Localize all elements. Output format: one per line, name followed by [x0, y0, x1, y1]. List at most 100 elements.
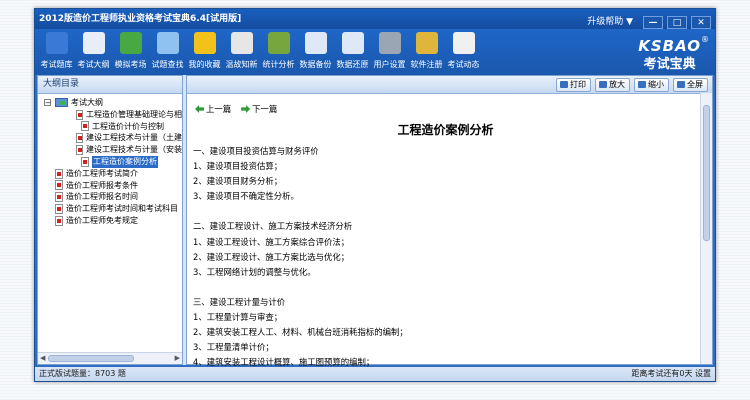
tree-item[interactable]: 建设工程技术与计量（安装	[38, 144, 182, 156]
document-line: 2、建设项目财务分析；	[193, 176, 283, 187]
tree-item-label: 造价工程师报考条件	[66, 180, 138, 190]
outline-tree: − 考试大纲工程造价管理基础理论与相工程造价计价与控制 建设工程技术与计量（土建 建设…	[38, 94, 182, 227]
fullscreen-button[interactable]: 全屏	[673, 77, 708, 92]
tree-item[interactable]: − 考试大纲	[38, 97, 182, 109]
document-line: 3、工程量清单计价；	[193, 342, 274, 353]
article-navigation: 上一篇 下一篇	[195, 103, 698, 115]
toolbar-button-11[interactable]: 考试动态	[445, 29, 482, 75]
magnifier-icon	[156, 32, 179, 54]
document-panel: 打印 放大 缩小 全屏 上一篇 下一篇 工程造价案例分析 一、建设项目投资估算与…	[186, 75, 713, 382]
zoom-out-button[interactable]: 缩小	[634, 77, 669, 92]
fullscreen-icon	[677, 81, 685, 88]
toolbar-button-8[interactable]: 数据还原	[334, 29, 371, 75]
next-article-link[interactable]: 下一篇	[241, 103, 277, 115]
document-line: 1、工程量计算与审查；	[193, 312, 283, 323]
zoom-in-button[interactable]: 放大	[595, 77, 630, 92]
tree-item[interactable]: 造价工程师免考规定	[38, 215, 182, 227]
toolbar-button-2[interactable]: 模拟考场	[112, 29, 149, 75]
tree-item[interactable]: 造价工程师考试简介	[38, 168, 182, 180]
close-button[interactable]: ✕	[691, 15, 711, 29]
document-icon	[75, 145, 83, 156]
tree-item-label: 工程造价案例分析	[92, 155, 158, 168]
tree-item[interactable]: 工程造价计价与控制	[38, 121, 182, 133]
toolbar-button-label: 软件注册	[410, 60, 443, 69]
arrow-left-icon	[195, 105, 204, 113]
document-icon	[55, 204, 63, 215]
vertical-scrollbar[interactable]	[700, 93, 712, 364]
title-bar: 2012版造价工程师执业资格考试宝典6.4[试用版] 升级帮助 ▼ — □ ✕	[35, 9, 715, 29]
toolbar-button-10[interactable]: 软件注册	[408, 29, 445, 75]
tree-item-label: 造价工程师考试时间和考试科目	[66, 204, 178, 214]
registered-mark: ®	[701, 35, 709, 44]
minimize-button[interactable]: —	[643, 15, 663, 29]
tree-item[interactable]: 造价工程师报名时间	[38, 191, 182, 203]
toolbar-button-label: 统计分析	[262, 60, 295, 69]
upgrade-help-label: 升级帮助	[587, 17, 624, 27]
horizontal-scrollbar[interactable]: ◀ ▶	[38, 352, 182, 364]
lock-icon	[415, 32, 438, 54]
toolbar-button-label: 考试动态	[447, 60, 480, 69]
toolbar-button-label: 模拟考场	[114, 60, 147, 69]
toolbar-button-0[interactable]: 考试题库	[38, 29, 75, 75]
toolbar-button-label: 考试题库	[40, 60, 73, 69]
document-icon	[55, 180, 63, 191]
toolbar-button-1[interactable]: 考试大纲	[75, 29, 112, 75]
toolbar-button-label: 考试大纲	[77, 60, 110, 69]
restore-icon	[341, 32, 364, 54]
ksbao-logo: KSBAO 考试宝典 ®	[638, 35, 709, 72]
previous-article-link[interactable]: 上一篇	[195, 103, 231, 115]
tree-item-label: 造价工程师免考规定	[66, 215, 138, 225]
document-line: 3、建设项目不确定性分析。	[193, 191, 299, 202]
document-icon	[55, 215, 63, 226]
document-toolbar: 打印 放大 缩小 全屏	[187, 76, 712, 94]
document-line: 三、建设工程计量与计价	[193, 296, 286, 307]
scrollbar-thumb[interactable]	[48, 355, 134, 362]
tree-item[interactable]: 造价工程师考试时间和考试科目	[38, 203, 182, 215]
tree-item[interactable]: 工程造价管理基础理论与相	[38, 109, 182, 121]
toolbar-button-9[interactable]: 用户设置	[371, 29, 408, 75]
document-icon	[75, 133, 83, 144]
content-area: 大纲目录 − 考试大纲 工程造价管理基础理论与相 工程造价计价与控制 建设工程技术与计量…	[37, 75, 713, 382]
print-button[interactable]: 打印	[556, 77, 591, 92]
document-line: 2、建筑安装工程人工、材料、机械台班消耗指标的编制；	[193, 327, 408, 338]
chevron-down-icon: ▼	[626, 17, 633, 27]
exam-countdown-status[interactable]: 距离考试还有0天 设置	[631, 367, 711, 381]
toolbar-button-4[interactable]: 我的收藏	[186, 29, 223, 75]
tree-item-label: 考试大纲	[71, 98, 103, 107]
scrollbar-thumb[interactable]	[703, 105, 710, 241]
document-icon	[81, 121, 89, 132]
scroll-right-icon[interactable]: ▶	[175, 354, 180, 362]
tree-item-label: 建设工程技术与计量（安装	[86, 145, 182, 155]
scroll-left-icon[interactable]: ◀	[40, 354, 45, 362]
document-icon	[55, 168, 63, 179]
zoom-out-button-label: 缩小	[648, 80, 664, 89]
document-line: 3、工程网络计划的调整与优化。	[193, 266, 316, 277]
outline-panel-header: 大纲目录	[38, 76, 182, 94]
toolbar-button-5[interactable]: 温故知新	[223, 29, 260, 75]
toolbar-button-7[interactable]: 数据备份	[297, 29, 334, 75]
printer-icon	[560, 81, 568, 88]
maximize-button[interactable]: □	[667, 15, 687, 29]
tree-collapse-icon[interactable]: −	[44, 99, 51, 107]
print-button-label: 打印	[570, 80, 586, 89]
toolbar-button-label: 数据备份	[299, 60, 332, 69]
document-icon	[75, 109, 83, 120]
tree-item[interactable]: 建设工程技术与计量（土建	[38, 132, 182, 144]
tree-item-label: 工程造价管理基础理论与相	[86, 109, 182, 119]
hammer-icon	[378, 32, 401, 54]
toolbar-button-6[interactable]: 统计分析	[260, 29, 297, 75]
question-count-status: 正式版试题量：8703 题	[39, 369, 126, 378]
pencil-icon	[119, 32, 142, 54]
toolbar-button-3[interactable]: 试题查找	[149, 29, 186, 75]
document-icon	[81, 156, 89, 167]
arrow-right-icon	[241, 105, 251, 113]
document-line: 二、建设工程设计、施工方案技术经济分析	[193, 221, 353, 232]
toolbar-button-label: 我的收藏	[188, 60, 221, 69]
next-article-label: 下一篇	[252, 104, 278, 114]
document-title: 工程造价案例分析	[397, 123, 494, 137]
tree-item[interactable]: 工程造价案例分析	[38, 155, 182, 168]
tree-item[interactable]: 造价工程师报考条件	[38, 180, 182, 192]
status-bar: 正式版试题量：8703 题 距离考试还有0天 设置	[35, 367, 715, 381]
